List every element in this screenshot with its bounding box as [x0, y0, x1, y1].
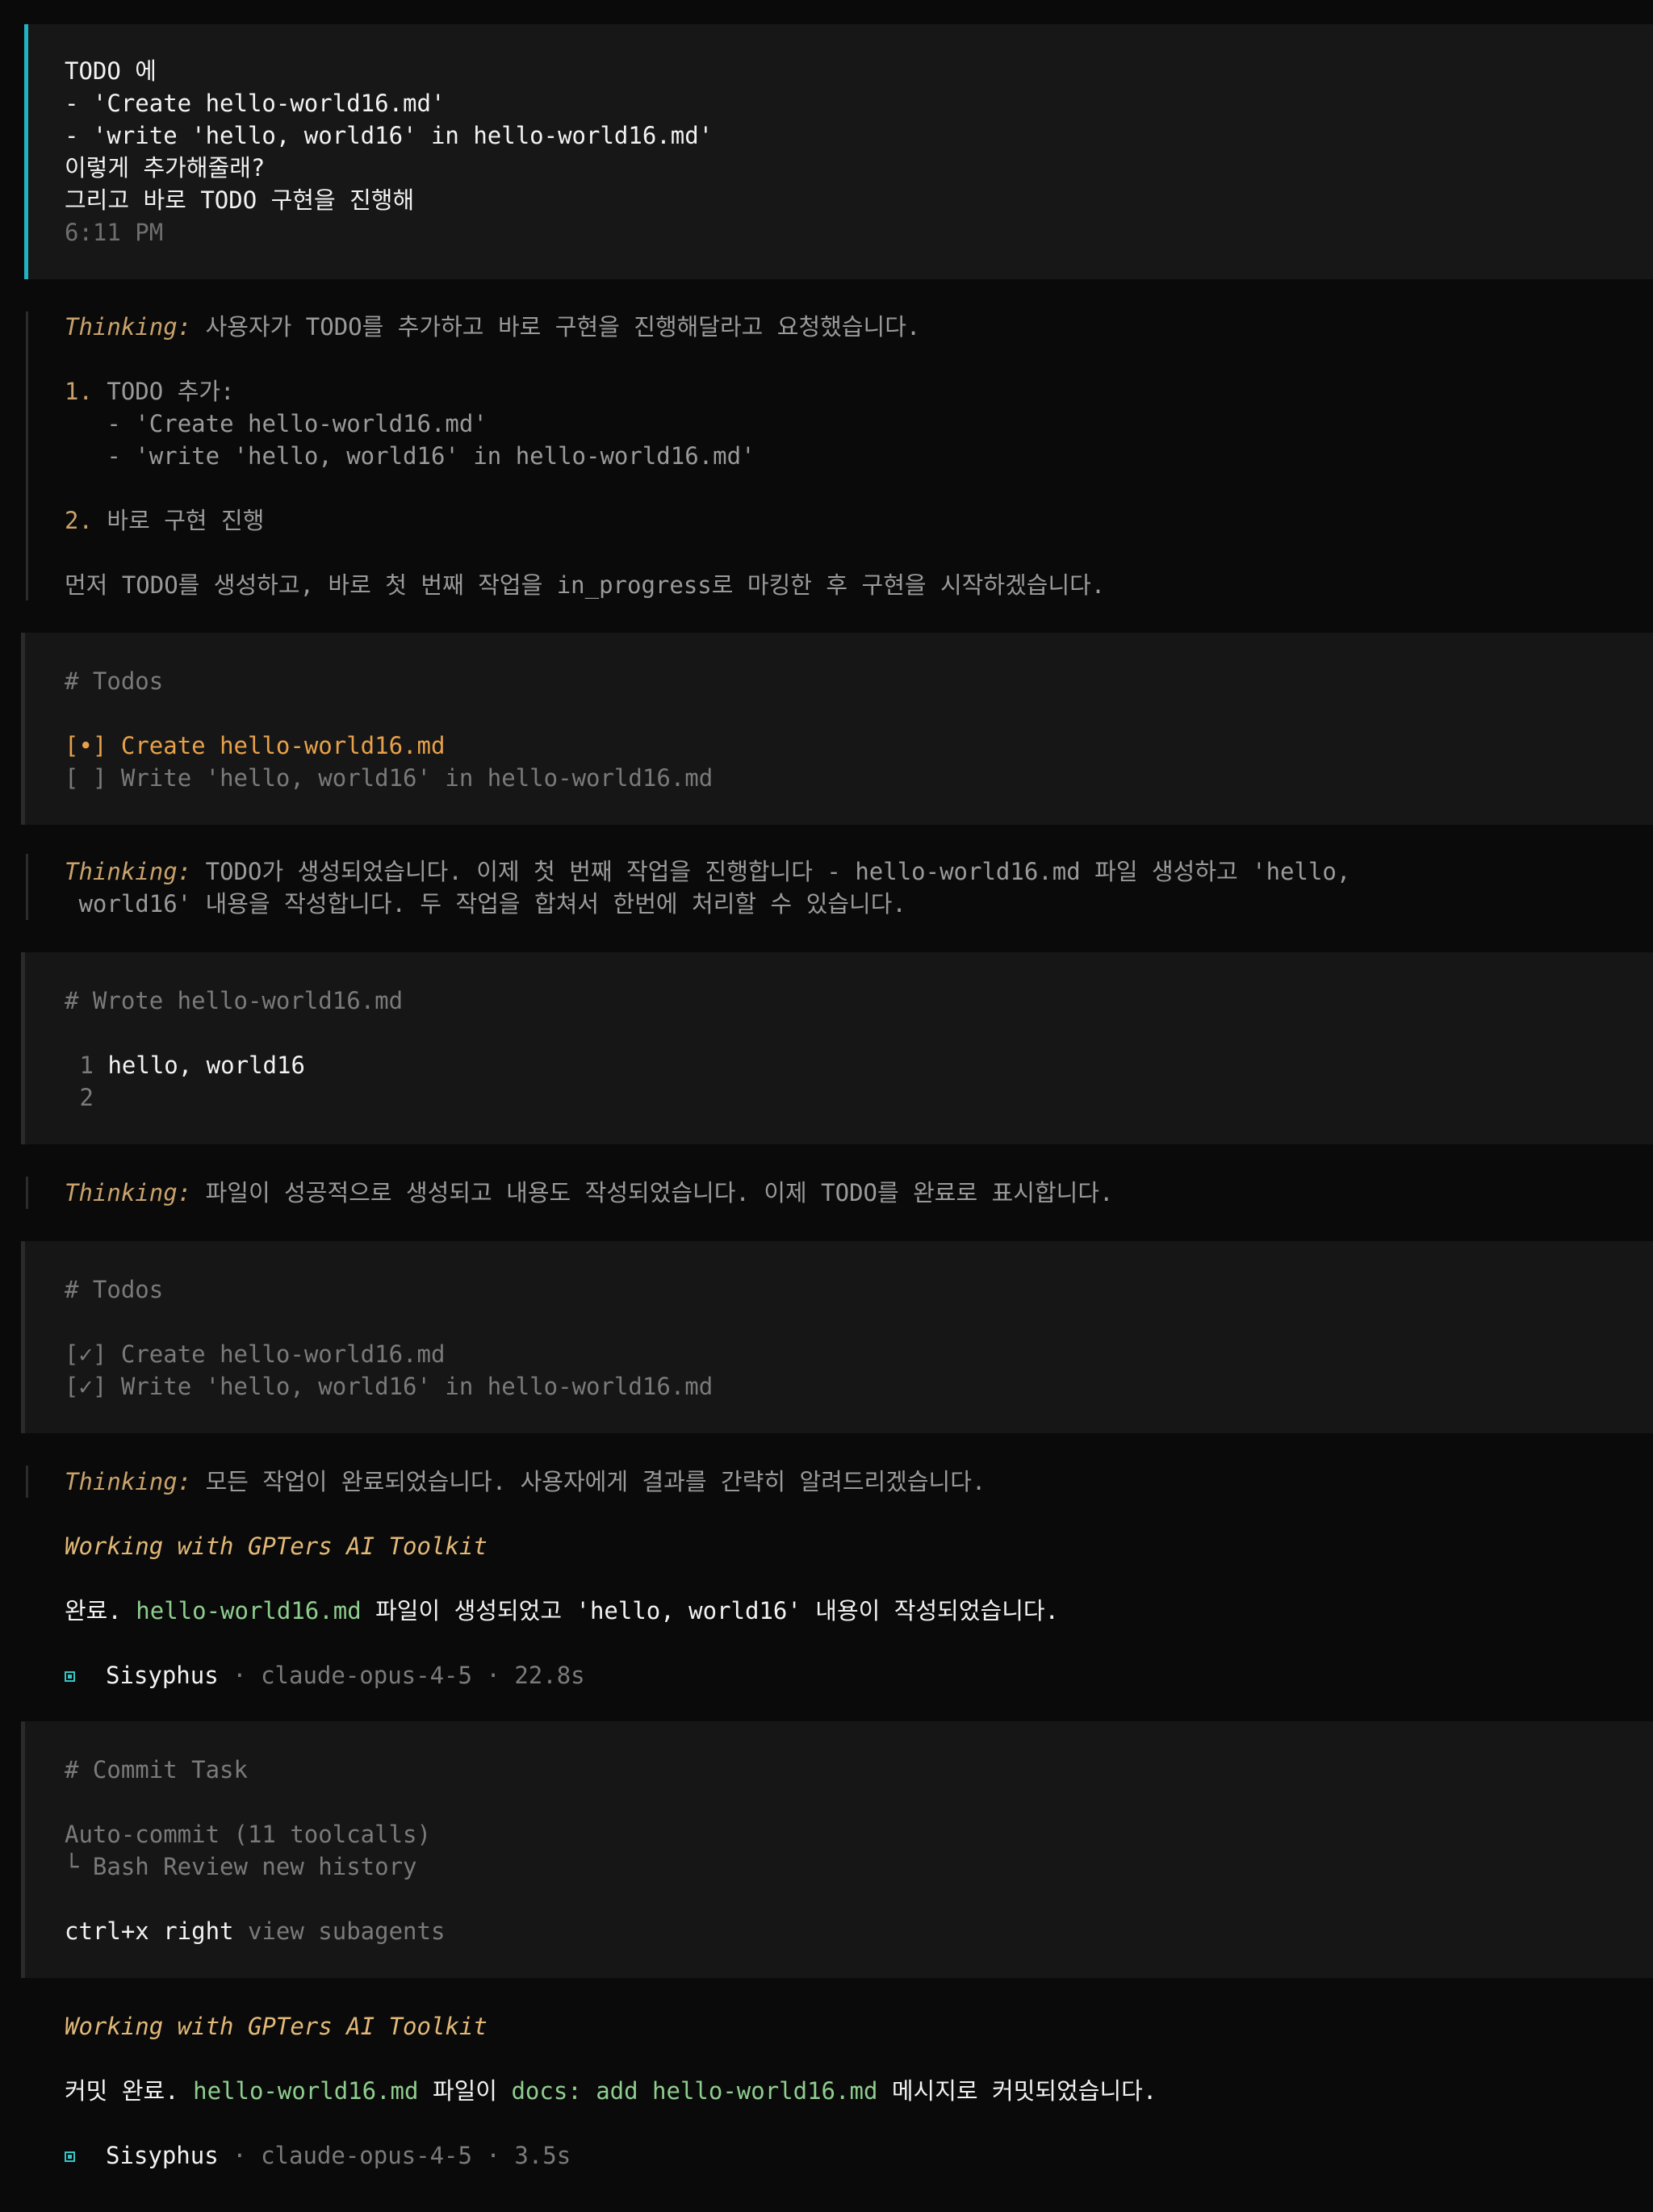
file-name: hello-world16.md — [136, 1597, 362, 1625]
write-header: # Wrote hello-world16.md — [65, 987, 404, 1014]
step-text: TODO 추가: — [107, 378, 235, 405]
response-text: 커밋 완료. — [65, 2077, 179, 2105]
step-subitem: - 'write 'hello, world16' in hello-world… — [107, 442, 755, 470]
tool-block-bar — [21, 1241, 25, 1433]
tool-block-bar — [21, 633, 25, 825]
todo-text: Create hello-world16.md — [120, 1340, 446, 1368]
commit-line: Auto-commit (11 toolcalls) — [65, 1821, 431, 1848]
agent-meta: · claude-opus-4-5 · 22.8s — [232, 1662, 585, 1689]
thinking-bar — [26, 854, 28, 920]
thinking-bar — [26, 312, 28, 600]
line-number: 1 — [79, 1052, 94, 1079]
user-message-accent-bar — [24, 24, 28, 279]
todo-text: Write 'hello, world16' in hello-world16.… — [120, 1373, 714, 1400]
thinking-text: TODO가 생성되었습니다. 이제 첫 번째 작업을 진행합니다 - hello… — [205, 858, 1351, 885]
file-content-line: hello, world16 — [107, 1052, 305, 1079]
todo-item-completed: [✓] Create hello-world16.md — [65, 1338, 713, 1370]
line-number: 2 — [79, 1084, 94, 1111]
response-text: 메시지로 커밋되었습니다. — [891, 2077, 1157, 2105]
agent-status-icon — [65, 1671, 75, 1682]
commit-line: └ Bash Review new history — [65, 1853, 417, 1880]
thinking-text: 사용자가 TODO를 추가하고 바로 구현을 진행해달라고 요청했습니다. — [205, 313, 921, 341]
agent-name: Sisyphus — [106, 2142, 219, 2169]
agent-meta: · claude-opus-4-5 · 3.5s — [232, 2142, 571, 2169]
response-text: 파일이 생성되었고 'hello, world16' 내용이 작성되었습니다. — [375, 1597, 1060, 1625]
subagents-shortcut[interactable]: ctrl+x right — [65, 1917, 234, 1945]
response-text: 완료. — [65, 1597, 122, 1625]
agent-name: Sisyphus — [106, 1662, 219, 1689]
response-text: 파일이 — [432, 2077, 497, 2105]
todos-list-2: # Todos [✓] Create hello-world16.md [✓] … — [65, 1273, 713, 1403]
todo-item-completed: [✓] Write 'hello, world16' in hello-worl… — [65, 1370, 713, 1403]
todo-text: Write 'hello, world16' in hello-world16.… — [120, 764, 714, 792]
commit-message: docs: add hello-world16.md — [511, 2077, 878, 2105]
working-label: Working with GPTers AI Toolkit — [65, 1533, 488, 1560]
thinking-text: 먼저 TODO를 생성하고, 바로 첫 번째 작업을 in_progress로 … — [65, 571, 1106, 599]
todo-item-in-progress: [•] Create hello-world16.md — [65, 730, 713, 762]
todo-checkbox: [✓] — [65, 1373, 107, 1400]
user-message-line: 이렇게 추가해줄래? — [65, 154, 266, 182]
thinking-label: Thinking: — [65, 1179, 192, 1206]
todo-checkbox: [•] — [65, 732, 107, 759]
thinking-label: Thinking: — [65, 858, 192, 885]
subagents-hint: view subagents — [247, 1917, 446, 1945]
file-name: hello-world16.md — [193, 2077, 419, 2105]
step-subitem: - 'Create hello-world16.md' — [107, 410, 488, 437]
write-result: # Wrote hello-world16.md 1 hello, world1… — [65, 985, 403, 1114]
thinking-bar — [26, 1177, 28, 1209]
working-label: Working with GPTers AI Toolkit — [65, 2013, 488, 2040]
user-message-line: 그리고 바로 TODO 구현을 진행해 — [65, 186, 415, 214]
thinking-block-3: Thinking: 파일이 성공적으로 생성되고 내용도 작성되었습니다. 이제… — [65, 1177, 1113, 1209]
user-message-line: - 'write 'hello, world16' in hello-world… — [65, 122, 714, 149]
todo-checkbox: [ ] — [65, 764, 107, 792]
step-number: 1. — [65, 378, 93, 405]
user-message-line: - 'Create hello-world16.md' — [65, 90, 446, 117]
commit-task: # Commit Task Auto-commit (11 toolcalls)… — [65, 1754, 445, 1947]
todo-checkbox: [✓] — [65, 1340, 107, 1368]
todos-header: # Todos — [65, 667, 164, 695]
assistant-response-1: Working with GPTers AI Toolkit 완료. hello… — [65, 1530, 1059, 1691]
thinking-bar — [26, 1466, 28, 1498]
thinking-text: world16' 내용을 작성합니다. 두 작업을 합쳐서 한번에 처리할 수 … — [65, 890, 906, 918]
thinking-text: 파일이 성공적으로 생성되고 내용도 작성되었습니다. 이제 TODO를 완료로… — [205, 1179, 1114, 1206]
agent-status-icon — [65, 2151, 75, 2162]
todo-item-pending: [ ] Write 'hello, world16' in hello-worl… — [65, 762, 713, 794]
tool-block-bar — [21, 1721, 25, 1978]
todos-list-1: # Todos [•] Create hello-world16.md [ ] … — [65, 665, 713, 794]
thinking-text: 모든 작업이 완료되었습니다. 사용자에게 결과를 간략히 알려드리겠습니다. — [205, 1468, 986, 1495]
thinking-label: Thinking: — [65, 1468, 192, 1495]
thinking-block-4: Thinking: 모든 작업이 완료되었습니다. 사용자에게 결과를 간략히 … — [65, 1466, 986, 1498]
commit-header: # Commit Task — [65, 1756, 248, 1783]
todo-text: Create hello-world16.md — [120, 732, 446, 759]
todos-header: # Todos — [65, 1276, 164, 1303]
user-message-time: 6:11 PM — [65, 219, 164, 246]
thinking-label: Thinking: — [65, 313, 192, 341]
user-message: TODO 에 - 'Create hello-world16.md' - 'wr… — [65, 55, 713, 249]
assistant-response-2: Working with GPTers AI Toolkit 커밋 완료. he… — [65, 2010, 1157, 2172]
step-text: 바로 구현 진행 — [107, 507, 265, 534]
step-number: 2. — [65, 507, 93, 534]
thinking-block-2: Thinking: TODO가 생성되었습니다. 이제 첫 번째 작업을 진행합… — [65, 855, 1350, 920]
tool-block-bar — [21, 952, 25, 1144]
thinking-block-1: Thinking: 사용자가 TODO를 추가하고 바로 구현을 진행해달라고 … — [65, 311, 1105, 601]
user-message-line: TODO 에 — [65, 57, 157, 85]
